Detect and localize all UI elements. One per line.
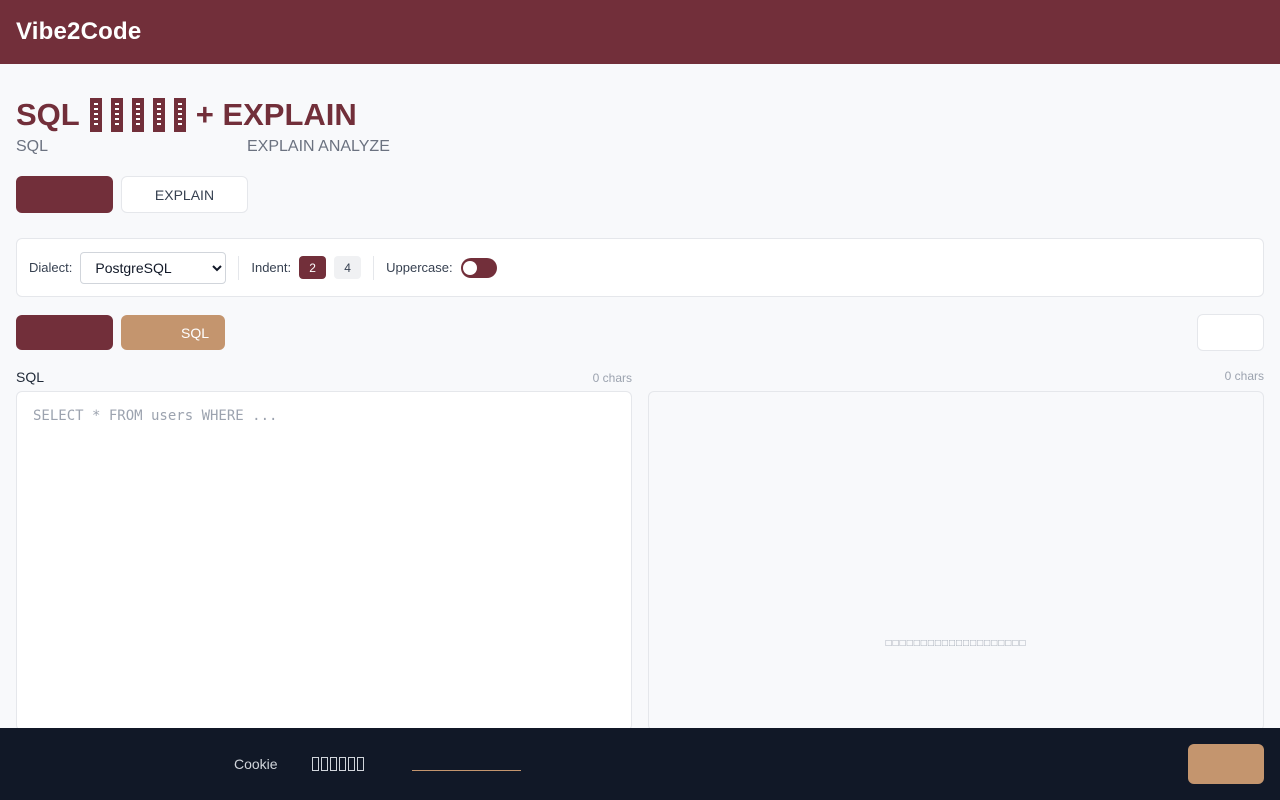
sql-button[interactable]: SQL: [121, 315, 225, 350]
sql-output[interactable]: □□□□□□□□□□□□□□□□□□□□: [648, 391, 1264, 731]
copy-button[interactable]: [1197, 314, 1264, 351]
divider: [238, 255, 240, 280]
missing-glyph-icon: [329, 757, 337, 771]
page-subtitle: SQL EXPLAIN ANALYZE: [16, 138, 1264, 156]
missing-glyph-icons: [89, 98, 186, 132]
format-button[interactable]: [16, 315, 113, 350]
cookie-accept-button[interactable]: [1188, 744, 1264, 784]
missing-glyph-icon: [152, 98, 165, 132]
toggle-knob: [462, 260, 477, 275]
missing-glyph-icon: [173, 98, 186, 132]
subtitle-left: SQL: [16, 138, 49, 155]
uppercase-toggle[interactable]: [460, 257, 497, 278]
indent-2-button[interactable]: 2: [299, 256, 327, 279]
subtitle-right: EXPLAIN ANALYZE: [247, 138, 390, 155]
cookie-text: Cookie: [234, 756, 278, 772]
input-char-count: 0 chars: [592, 371, 632, 385]
missing-glyph-icon: [347, 757, 355, 771]
output-pane-header: 0 chars: [648, 369, 1264, 391]
input-pane: SQL 0 chars SELECT * FROM users WHERE ..…: [16, 369, 632, 731]
main-content: SQL + EXPLAIN SQL EXPLAIN ANALYZE EXPLAI…: [0, 98, 1280, 731]
mode-tabs: EXPLAIN: [16, 176, 1264, 213]
sql-input[interactable]: SELECT * FROM users WHERE ...: [16, 391, 632, 731]
app-logo[interactable]: Vibe2Code: [16, 18, 141, 46]
output-pane: 0 chars □□□□□□□□□□□□□□□□□□□□: [648, 369, 1264, 731]
format-mode-tab[interactable]: [16, 176, 113, 213]
missing-glyph-icon: [338, 757, 346, 771]
dialect-label: Dialect:: [29, 260, 73, 275]
action-bar: SQL: [16, 314, 1264, 351]
cookie-policy-link[interactable]: [411, 757, 521, 771]
output-char-count: 0 chars: [1224, 369, 1264, 383]
top-bar: Vibe2Code: [0, 0, 1280, 64]
page-title: SQL + EXPLAIN: [16, 98, 1264, 132]
divider: [373, 255, 375, 280]
options-bar: Dialect: PostgreSQL Indent: 2 4 Uppercas…: [16, 238, 1264, 297]
page-title-prefix: SQL: [16, 97, 80, 132]
missing-glyph-icon: [89, 98, 102, 132]
missing-glyph-icon: [311, 757, 319, 771]
indent-4-button[interactable]: 4: [334, 256, 362, 279]
page-title-suffix: + EXPLAIN: [195, 97, 357, 132]
missing-glyph-icons: [311, 757, 364, 771]
output-empty-hint: □□□□□□□□□□□□□□□□□□□□: [885, 638, 1027, 649]
uppercase-label: Uppercase:: [386, 260, 453, 275]
missing-glyph-icon: [320, 757, 328, 771]
input-pane-title: SQL: [16, 369, 45, 385]
missing-glyph-icon: [131, 98, 144, 132]
input-pane-header: SQL 0 chars: [16, 369, 632, 391]
missing-glyph-icon: [356, 757, 364, 771]
editor-panes: SQL 0 chars SELECT * FROM users WHERE ..…: [16, 369, 1264, 731]
dialect-select[interactable]: PostgreSQL: [80, 251, 227, 284]
explain-mode-tab[interactable]: EXPLAIN: [121, 176, 248, 213]
indent-label: Indent:: [251, 260, 292, 275]
missing-glyph-icon: [110, 98, 123, 132]
cookie-banner: Cookie: [0, 728, 1280, 800]
